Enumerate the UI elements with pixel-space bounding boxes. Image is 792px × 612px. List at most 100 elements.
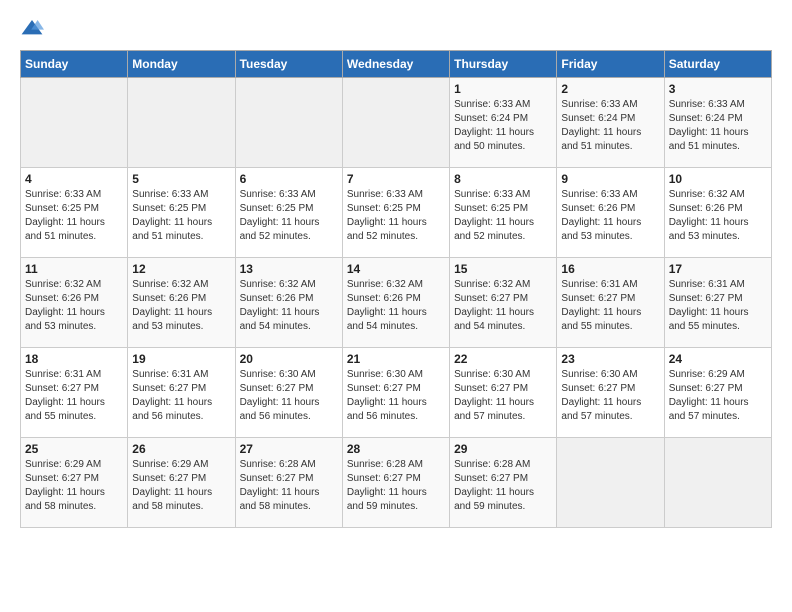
day-number: 27 xyxy=(240,442,338,456)
calendar-cell: 16 Sunrise: 6:31 AM Sunset: 6:27 PM Dayli… xyxy=(557,258,664,348)
day-number: 3 xyxy=(669,82,767,96)
day-number: 8 xyxy=(454,172,552,186)
calendar-cell xyxy=(235,78,342,168)
logo xyxy=(20,20,48,40)
day-info: Sunrise: 6:29 AM Sunset: 6:27 PM Dayligh… xyxy=(25,458,123,514)
day-info: Sunrise: 6:28 AM Sunset: 6:27 PM Dayligh… xyxy=(347,458,445,514)
day-number: 17 xyxy=(669,262,767,276)
day-info: Sunrise: 6:33 AM Sunset: 6:25 PM Dayligh… xyxy=(347,188,445,244)
day-number: 22 xyxy=(454,352,552,366)
calendar-cell: 4 Sunrise: 6:33 AM Sunset: 6:25 PM Daylig… xyxy=(21,168,128,258)
day-number: 11 xyxy=(25,262,123,276)
calendar-cell xyxy=(557,438,664,528)
day-number: 14 xyxy=(347,262,445,276)
day-info: Sunrise: 6:29 AM Sunset: 6:27 PM Dayligh… xyxy=(669,368,767,424)
day-number: 12 xyxy=(132,262,230,276)
day-info: Sunrise: 6:30 AM Sunset: 6:27 PM Dayligh… xyxy=(240,368,338,424)
day-info: Sunrise: 6:30 AM Sunset: 6:27 PM Dayligh… xyxy=(454,368,552,424)
day-number: 4 xyxy=(25,172,123,186)
calendar-cell: 2 Sunrise: 6:33 AM Sunset: 6:24 PM Daylig… xyxy=(557,78,664,168)
calendar-cell: 17 Sunrise: 6:31 AM Sunset: 6:27 PM Dayli… xyxy=(664,258,771,348)
day-number: 16 xyxy=(561,262,659,276)
weekday-header-sunday: Sunday xyxy=(21,51,128,78)
weekday-header-thursday: Thursday xyxy=(450,51,557,78)
calendar-cell: 11Sunrise: 6:32 AM Sunset: 6:26 PM Dayli… xyxy=(21,258,128,348)
calendar-cell: 24 Sunrise: 6:29 AM Sunset: 6:27 PM Dayli… xyxy=(664,348,771,438)
day-number: 18 xyxy=(25,352,123,366)
day-number: 2 xyxy=(561,82,659,96)
calendar-header-row: SundayMondayTuesdayWednesdayThursdayFrid… xyxy=(21,51,772,78)
day-number: 6 xyxy=(240,172,338,186)
day-number: 26 xyxy=(132,442,230,456)
calendar-cell: 18 Sunrise: 6:31 AM Sunset: 6:27 PM Dayli… xyxy=(21,348,128,438)
day-info: Sunrise: 6:32 AM Sunset: 6:26 PM Dayligh… xyxy=(240,278,338,334)
calendar-cell: 25 Sunrise: 6:29 AM Sunset: 6:27 PM Dayli… xyxy=(21,438,128,528)
day-number: 1 xyxy=(454,82,552,96)
calendar-cell: 10Sunrise: 6:32 AM Sunset: 6:26 PM Dayli… xyxy=(664,168,771,258)
day-info: Sunrise: 6:33 AM Sunset: 6:25 PM Dayligh… xyxy=(25,188,123,244)
day-number: 21 xyxy=(347,352,445,366)
calendar-cell: 26 Sunrise: 6:29 AM Sunset: 6:27 PM Dayli… xyxy=(128,438,235,528)
day-info: Sunrise: 6:32 AM Sunset: 6:26 PM Dayligh… xyxy=(669,188,767,244)
day-info: Sunrise: 6:33 AM Sunset: 6:25 PM Dayligh… xyxy=(454,188,552,244)
calendar-cell: 12 Sunrise: 6:32 AM Sunset: 6:26 PM Dayli… xyxy=(128,258,235,348)
calendar-cell: 21 Sunrise: 6:30 AM Sunset: 6:27 PM Dayli… xyxy=(342,348,449,438)
day-info: Sunrise: 6:33 AM Sunset: 6:24 PM Dayligh… xyxy=(454,98,552,154)
calendar-cell: 15 Sunrise: 6:32 AM Sunset: 6:27 PM Dayli… xyxy=(450,258,557,348)
calendar-cell: 8 Sunrise: 6:33 AM Sunset: 6:25 PM Daylig… xyxy=(450,168,557,258)
weekday-header-saturday: Saturday xyxy=(664,51,771,78)
calendar-table: SundayMondayTuesdayWednesdayThursdayFrid… xyxy=(20,50,772,528)
day-info: Sunrise: 6:33 AM Sunset: 6:24 PM Dayligh… xyxy=(561,98,659,154)
calendar-cell: 23 Sunrise: 6:30 AM Sunset: 6:27 PM Dayli… xyxy=(557,348,664,438)
day-info: Sunrise: 6:28 AM Sunset: 6:27 PM Dayligh… xyxy=(240,458,338,514)
calendar-cell: 27 Sunrise: 6:28 AM Sunset: 6:27 PM Dayli… xyxy=(235,438,342,528)
logo-icon xyxy=(20,18,44,38)
day-info: Sunrise: 6:31 AM Sunset: 6:27 PM Dayligh… xyxy=(561,278,659,334)
calendar-cell: 1 Sunrise: 6:33 AM Sunset: 6:24 PM Daylig… xyxy=(450,78,557,168)
calendar-cell xyxy=(128,78,235,168)
day-number: 28 xyxy=(347,442,445,456)
weekday-header-monday: Monday xyxy=(128,51,235,78)
day-info: Sunrise: 6:33 AM Sunset: 6:25 PM Dayligh… xyxy=(240,188,338,244)
calendar-cell: 19 Sunrise: 6:31 AM Sunset: 6:27 PM Dayli… xyxy=(128,348,235,438)
day-number: 13 xyxy=(240,262,338,276)
calendar-cell xyxy=(342,78,449,168)
day-number: 5 xyxy=(132,172,230,186)
day-number: 15 xyxy=(454,262,552,276)
calendar-cell: 9Sunrise: 6:33 AM Sunset: 6:26 PM Daylig… xyxy=(557,168,664,258)
day-info: Sunrise: 6:33 AM Sunset: 6:25 PM Dayligh… xyxy=(132,188,230,244)
day-info: Sunrise: 6:30 AM Sunset: 6:27 PM Dayligh… xyxy=(561,368,659,424)
weekday-header-wednesday: Wednesday xyxy=(342,51,449,78)
day-info: Sunrise: 6:32 AM Sunset: 6:26 PM Dayligh… xyxy=(132,278,230,334)
calendar-cell xyxy=(664,438,771,528)
calendar-cell: 5 Sunrise: 6:33 AM Sunset: 6:25 PM Daylig… xyxy=(128,168,235,258)
calendar-cell: 6 Sunrise: 6:33 AM Sunset: 6:25 PM Daylig… xyxy=(235,168,342,258)
calendar-cell: 29Sunrise: 6:28 AM Sunset: 6:27 PM Dayli… xyxy=(450,438,557,528)
calendar-week-row: 11 Sunrise: 6:32 AM Sunset: 6:26 PM Dayli… xyxy=(21,258,772,348)
page-header xyxy=(20,20,772,40)
day-info: Sunrise: 6:31 AM Sunset: 6:27 PM Dayligh… xyxy=(669,278,767,334)
day-info: Sunrise: 6:30 AM Sunset: 6:27 PM Dayligh… xyxy=(347,368,445,424)
weekday-header-friday: Friday xyxy=(557,51,664,78)
day-info: Sunrise: 6:32 AM Sunset: 6:27 PM Dayligh… xyxy=(454,278,552,334)
weekday-header-tuesday: Tuesday xyxy=(235,51,342,78)
calendar-cell: 3 Sunrise: 6:33 AM Sunset: 6:24 PM Daylig… xyxy=(664,78,771,168)
calendar-week-row: 4 Sunrise: 6:33 AM Sunset: 6:25 PM Daylig… xyxy=(21,168,772,258)
calendar-week-row: 18 Sunrise: 6:31 AM Sunset: 6:27 PM Dayli… xyxy=(21,348,772,438)
day-info: Sunrise: 6:31 AM Sunset: 6:27 PM Dayligh… xyxy=(25,368,123,424)
day-number: 20 xyxy=(240,352,338,366)
calendar-cell: 28 Sunrise: 6:28 AM Sunset: 6:27 PM Dayli… xyxy=(342,438,449,528)
day-info: Sunrise: 6:33 AM Sunset: 6:24 PM Dayligh… xyxy=(669,98,767,154)
day-number: 19 xyxy=(132,352,230,366)
calendar-cell: 14 Sunrise: 6:32 AM Sunset: 6:26 PM Dayli… xyxy=(342,258,449,348)
day-info: Sunrise: 6:31 AM Sunset: 6:27 PM Dayligh… xyxy=(132,368,230,424)
calendar-cell: 7Sunrise: 6:33 AM Sunset: 6:25 PM Daylig… xyxy=(342,168,449,258)
day-info: Sunrise: 6:32 AM Sunset: 6:26 PM Dayligh… xyxy=(347,278,445,334)
day-info: Sunrise: 6:33 AM Sunset: 6:26 PM Dayligh… xyxy=(561,188,659,244)
calendar-cell xyxy=(21,78,128,168)
day-number: 25 xyxy=(25,442,123,456)
day-info: Sunrise: 6:29 AM Sunset: 6:27 PM Dayligh… xyxy=(132,458,230,514)
day-number: 24 xyxy=(669,352,767,366)
day-number: 23 xyxy=(561,352,659,366)
day-info: Sunrise: 6:28 AM Sunset: 6:27 PM Dayligh… xyxy=(454,458,552,514)
